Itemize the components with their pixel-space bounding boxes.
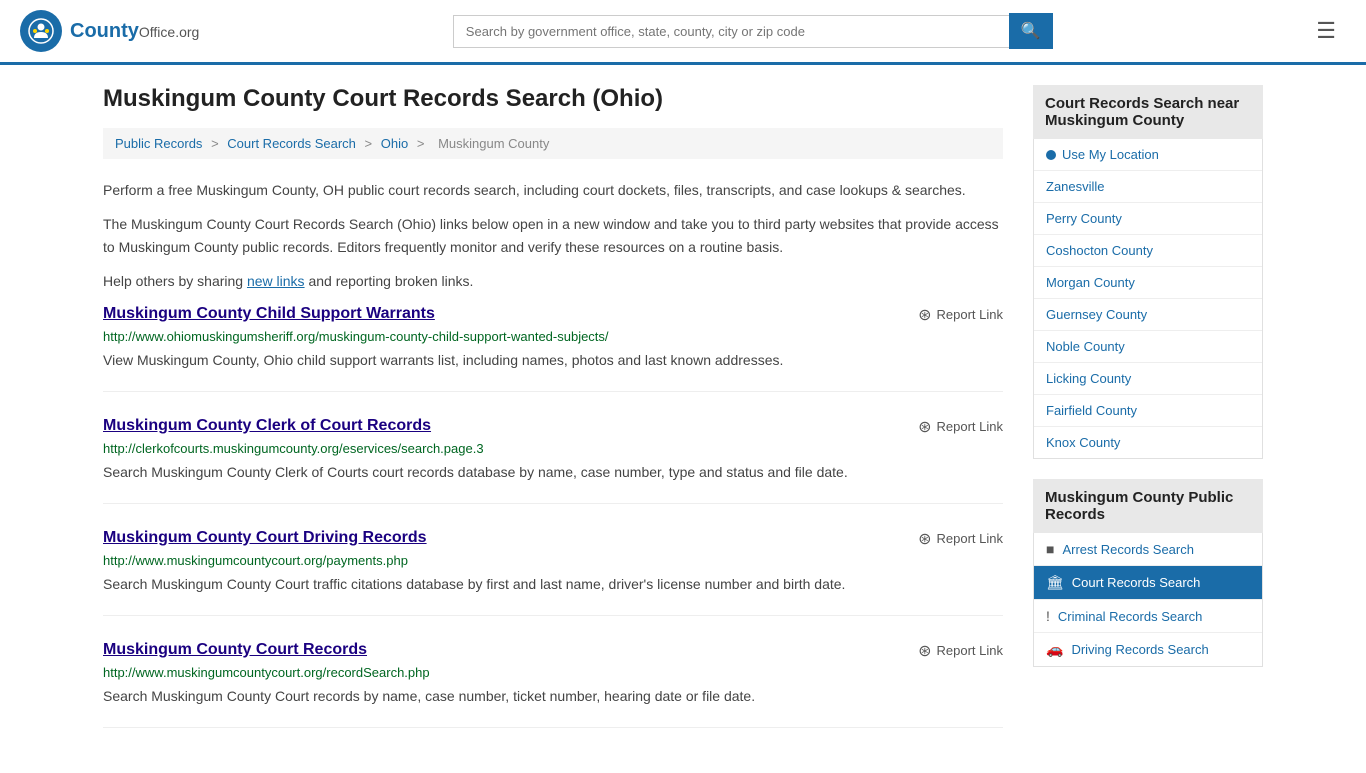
list-item[interactable]: Fairfield County (1034, 395, 1262, 427)
fairfield-county-link[interactable]: Fairfield County (1046, 403, 1137, 418)
result-description-0: View Muskingum County, Ohio child suppor… (103, 350, 1003, 371)
public-records-item[interactable]: ■ Arrest Records Search (1034, 533, 1262, 566)
result-header: Muskingum County Clerk of Court Records … (103, 417, 1003, 437)
public-records-item[interactable]: 🏛 Court Records Search (1034, 566, 1262, 600)
list-item[interactable]: Perry County (1034, 203, 1262, 235)
report-label-1: Report Link (937, 419, 1003, 434)
report-link-3[interactable]: ⊛ Report Link (918, 641, 1003, 661)
result-title-1[interactable]: Muskingum County Clerk of Court Records (103, 417, 431, 435)
result-item: Muskingum County Child Support Warrants … (103, 305, 1003, 392)
public-records-icon-2: ! (1046, 608, 1050, 624)
location-dot-icon (1046, 150, 1056, 160)
use-my-location-item[interactable]: Use My Location (1034, 139, 1262, 171)
public-records-icon-0: ■ (1046, 541, 1054, 557)
result-title-2[interactable]: Muskingum County Court Driving Records (103, 529, 427, 547)
search-area: 🔍 (453, 13, 1053, 49)
morgan-county-link[interactable]: Morgan County (1046, 275, 1135, 290)
page-title: Muskingum County Court Records Search (O… (103, 85, 1003, 113)
nearby-section: Court Records Search near Muskingum Coun… (1033, 85, 1263, 459)
list-item[interactable]: Licking County (1034, 363, 1262, 395)
licking-county-link[interactable]: Licking County (1046, 371, 1131, 386)
intro-paragraph-2: The Muskingum County Court Records Searc… (103, 213, 1003, 258)
list-item[interactable]: Knox County (1034, 427, 1262, 458)
public-records-icon-3: 🚗 (1046, 641, 1063, 658)
result-header: Muskingum County Child Support Warrants … (103, 305, 1003, 325)
public-records-link-1[interactable]: Court Records Search (1072, 575, 1201, 590)
report-label-2: Report Link (937, 531, 1003, 546)
nearby-list: Use My Location Zanesville Perry County … (1033, 139, 1263, 459)
public-records-section: Muskingum County Public Records ■ Arrest… (1033, 479, 1263, 667)
logo-text: CountyOffice.org (70, 20, 199, 43)
report-icon-1: ⊛ (918, 417, 931, 437)
knox-county-link[interactable]: Knox County (1046, 435, 1120, 450)
result-title-3[interactable]: Muskingum County Court Records (103, 641, 367, 659)
result-item: Muskingum County Court Records ⊛ Report … (103, 641, 1003, 728)
public-records-icon-1: 🏛 (1046, 574, 1064, 591)
public-records-list: ■ Arrest Records Search 🏛 Court Records … (1033, 533, 1263, 667)
logo-icon (20, 10, 62, 52)
search-icon: 🔍 (1021, 23, 1041, 40)
content-area: Muskingum County Court Records Search (O… (103, 85, 1003, 753)
public-records-item[interactable]: 🚗 Driving Records Search (1034, 633, 1262, 666)
report-label-0: Report Link (937, 307, 1003, 322)
public-records-item[interactable]: ! Criminal Records Search (1034, 600, 1262, 633)
result-description-3: Search Muskingum County Court records by… (103, 686, 1003, 707)
result-url-3[interactable]: http://www.muskingumcountycourt.org/reco… (103, 665, 1003, 680)
site-header: CountyOffice.org 🔍 ☰ (0, 0, 1366, 65)
noble-county-link[interactable]: Noble County (1046, 339, 1125, 354)
use-location-link[interactable]: Use My Location (1062, 147, 1159, 162)
report-icon-3: ⊛ (918, 641, 931, 661)
intro-paragraph-1: Perform a free Muskingum County, OH publ… (103, 179, 1003, 201)
new-links-link[interactable]: new links (247, 273, 305, 289)
result-title-0[interactable]: Muskingum County Child Support Warrants (103, 305, 435, 323)
result-item: Muskingum County Court Driving Records ⊛… (103, 529, 1003, 616)
report-icon-2: ⊛ (918, 529, 931, 549)
public-records-heading: Muskingum County Public Records (1033, 479, 1263, 533)
guernsey-county-link[interactable]: Guernsey County (1046, 307, 1147, 322)
search-button[interactable]: 🔍 (1009, 13, 1053, 49)
breadcrumb-public-records[interactable]: Public Records (115, 136, 202, 151)
breadcrumb-court-records[interactable]: Court Records Search (227, 136, 356, 151)
nearby-heading: Court Records Search near Muskingum Coun… (1033, 85, 1263, 139)
result-item: Muskingum County Clerk of Court Records … (103, 417, 1003, 504)
result-description-2: Search Muskingum County Court traffic ci… (103, 574, 1003, 595)
intro-3-pre: Help others by sharing (103, 273, 247, 289)
zanesville-link[interactable]: Zanesville (1046, 179, 1105, 194)
sidebar: Court Records Search near Muskingum Coun… (1033, 85, 1263, 753)
intro-paragraph-3: Help others by sharing new links and rep… (103, 270, 1003, 292)
result-url-1[interactable]: http://clerkofcourts.muskingumcounty.org… (103, 441, 1003, 456)
hamburger-menu-icon[interactable]: ☰ (1306, 13, 1346, 49)
report-link-0[interactable]: ⊛ Report Link (918, 305, 1003, 325)
result-description-1: Search Muskingum County Clerk of Courts … (103, 462, 1003, 483)
breadcrumb-current: Muskingum County (438, 136, 549, 151)
list-item[interactable]: Guernsey County (1034, 299, 1262, 331)
public-records-link-2[interactable]: Criminal Records Search (1058, 609, 1203, 624)
result-url-0[interactable]: http://www.ohiomuskingumsheriff.org/musk… (103, 329, 1003, 344)
list-item[interactable]: Zanesville (1034, 171, 1262, 203)
coshocton-county-link[interactable]: Coshocton County (1046, 243, 1153, 258)
result-header: Muskingum County Court Records ⊛ Report … (103, 641, 1003, 661)
list-item[interactable]: Morgan County (1034, 267, 1262, 299)
results-container: Muskingum County Child Support Warrants … (103, 305, 1003, 728)
intro-3-post: and reporting broken links. (305, 273, 474, 289)
report-link-1[interactable]: ⊛ Report Link (918, 417, 1003, 437)
report-icon-0: ⊛ (918, 305, 931, 325)
logo-area: CountyOffice.org (20, 10, 199, 52)
breadcrumb-ohio[interactable]: Ohio (381, 136, 408, 151)
list-item[interactable]: Coshocton County (1034, 235, 1262, 267)
public-records-link-3[interactable]: Driving Records Search (1071, 642, 1208, 657)
result-header: Muskingum County Court Driving Records ⊛… (103, 529, 1003, 549)
report-link-2[interactable]: ⊛ Report Link (918, 529, 1003, 549)
search-input[interactable] (453, 15, 1009, 48)
result-url-2[interactable]: http://www.muskingumcountycourt.org/paym… (103, 553, 1003, 568)
public-records-link-0[interactable]: Arrest Records Search (1062, 542, 1194, 557)
breadcrumb: Public Records > Court Records Search > … (103, 128, 1003, 159)
main-container: Muskingum County Court Records Search (O… (83, 65, 1283, 773)
report-label-3: Report Link (937, 643, 1003, 658)
perry-county-link[interactable]: Perry County (1046, 211, 1122, 226)
list-item[interactable]: Noble County (1034, 331, 1262, 363)
